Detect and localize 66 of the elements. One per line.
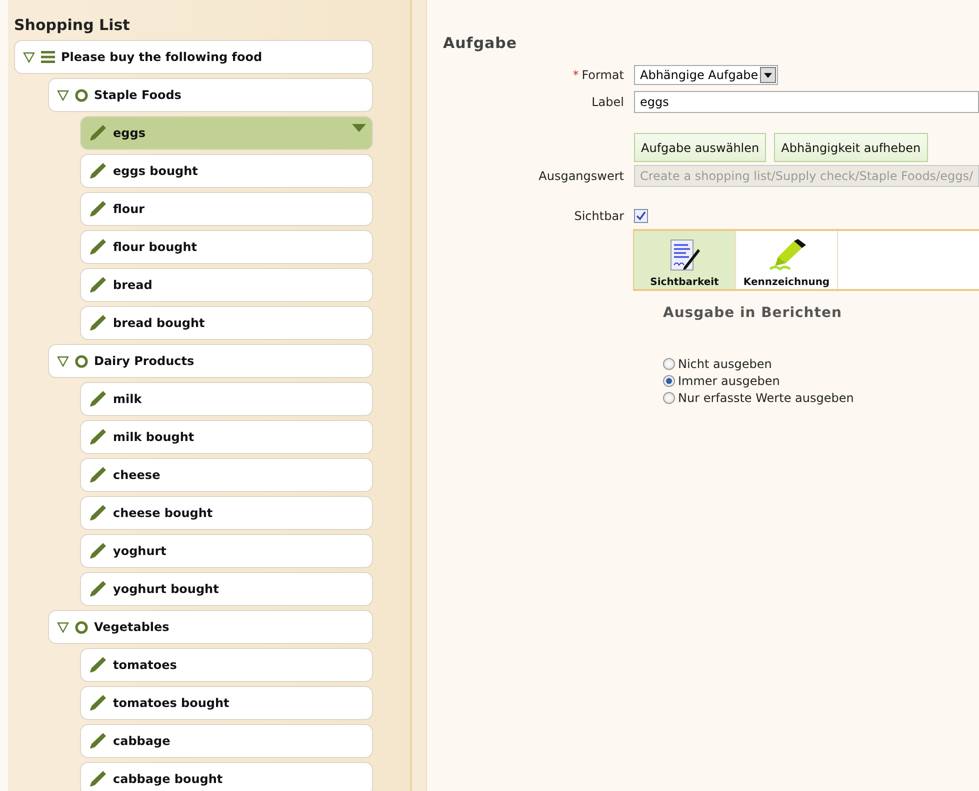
tree-item[interactable]: Please buy the following food [14, 40, 373, 74]
radio-label: Nur erfasste Werte ausgeben [678, 391, 854, 405]
tree-item[interactable]: milk bought [80, 420, 373, 454]
pencil-icon [89, 276, 107, 294]
radio-button[interactable] [663, 392, 675, 404]
radio-button[interactable] [663, 375, 675, 387]
pencil-icon [89, 238, 107, 256]
field-label: Label [590, 95, 625, 109]
tab[interactable]: Sichtbarkeit [634, 231, 736, 289]
field-label: Sichtbar [573, 209, 625, 223]
tree-item[interactable]: bread [80, 268, 373, 302]
pencil-icon [89, 390, 107, 408]
dropdown-caret-icon[interactable] [352, 124, 366, 132]
tree-item[interactable]: tomatoes [80, 648, 373, 682]
tree-item[interactable]: Staple Foods [48, 78, 373, 112]
section-title: Aufgabe [443, 34, 518, 52]
tree-item[interactable]: flour [80, 192, 373, 226]
tree-item[interactable]: bread bought [80, 306, 373, 340]
pencil-icon [89, 504, 107, 522]
tree-item[interactable]: cheese [80, 458, 373, 492]
pencil-icon [89, 656, 107, 674]
label-input-field[interactable]: eggs [634, 91, 979, 113]
pencil-icon [89, 732, 107, 750]
panel-title: Shopping List [14, 16, 131, 34]
tree-item[interactable]: flour bought [80, 230, 373, 264]
pencil-icon [89, 428, 107, 446]
document-pen-icon [668, 239, 702, 273]
pencil-icon [89, 162, 107, 180]
circle-icon [75, 88, 88, 102]
field-label: * Format [572, 68, 625, 82]
pencil-icon [89, 580, 107, 598]
radio-label: Immer ausgeben [678, 374, 780, 388]
checkbox[interactable] [634, 209, 648, 223]
circle-icon [75, 620, 88, 634]
circle-icon [75, 354, 88, 368]
action-button[interactable]: Abhängigkeit aufheben [774, 133, 928, 162]
pencil-icon [89, 694, 107, 712]
pencil-icon [89, 314, 107, 332]
tree-item[interactable]: cabbage bought [80, 762, 373, 791]
format-dropdown[interactable]: Abhängige Aufgabe [634, 65, 778, 85]
pencil-icon [89, 124, 107, 142]
tree-item[interactable]: cheese bought [80, 496, 373, 530]
radio-label: Nicht ausgeben [678, 357, 772, 371]
tree-item[interactable]: cabbage [80, 724, 373, 758]
pencil-icon [89, 770, 107, 788]
expanded-triangle-icon[interactable] [57, 90, 69, 100]
dropdown-arrow-icon [764, 72, 772, 78]
tree-item[interactable]: tomatoes bought [80, 686, 373, 720]
tree-item[interactable]: Vegetables [48, 610, 373, 644]
radio-button[interactable] [663, 358, 675, 370]
tree-item[interactable]: milk [80, 382, 373, 416]
expanded-triangle-icon[interactable] [57, 356, 69, 366]
pencil-icon [89, 200, 107, 218]
tree-item[interactable]: yoghurt [80, 534, 373, 568]
menu-lines-icon [41, 51, 55, 63]
section-heading: Ausgabe in Berichten [663, 305, 843, 321]
tree-item[interactable]: yoghurt bought [80, 572, 373, 606]
expanded-triangle-icon[interactable] [23, 52, 35, 62]
expanded-triangle-icon[interactable] [57, 622, 69, 632]
field-label: Ausgangswert [538, 169, 625, 183]
tree-item[interactable]: Dairy Products [48, 344, 373, 378]
pencil-icon [89, 542, 107, 560]
tree-item[interactable]: eggs [80, 116, 373, 150]
pencil-icon [89, 466, 107, 484]
action-button[interactable]: Aufgabe auswählen [634, 133, 766, 162]
tree-item[interactable]: eggs bought [80, 154, 373, 188]
